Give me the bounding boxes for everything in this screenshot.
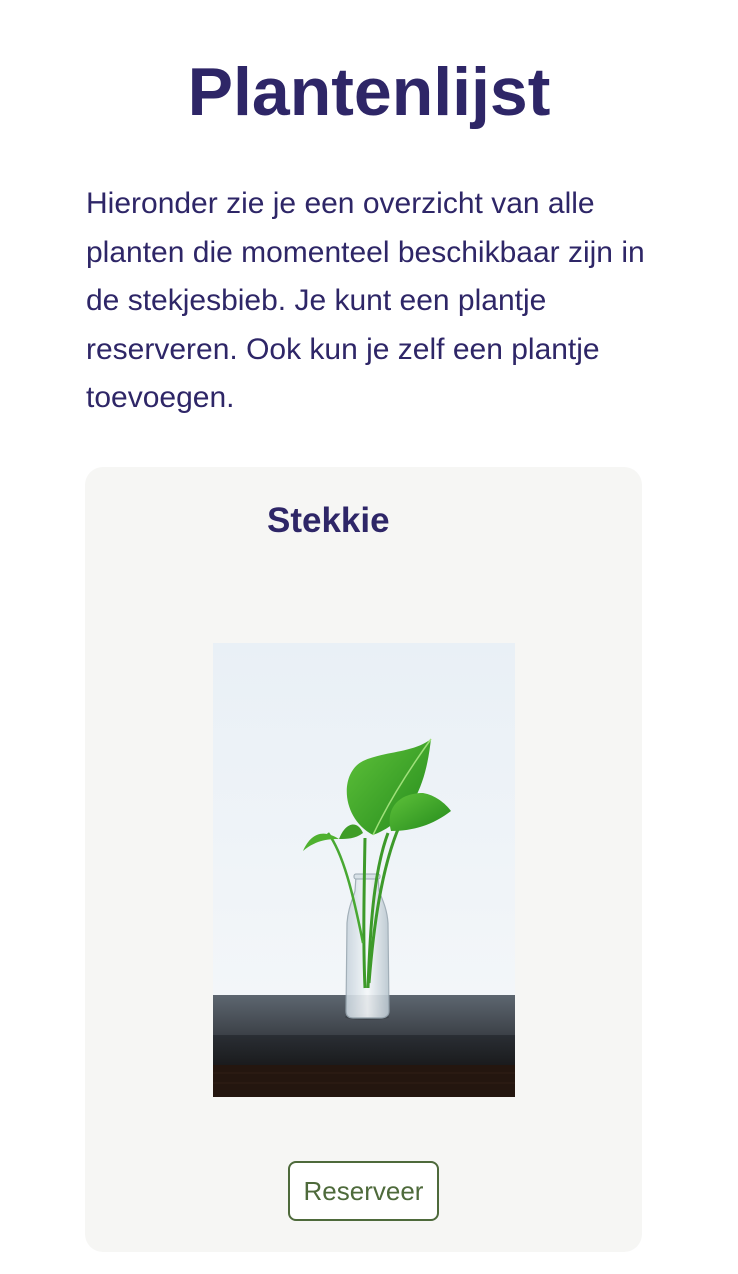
page-title: Plantenlijst [187, 54, 551, 130]
reserve-button[interactable]: Reserveer [288, 1161, 439, 1221]
intro-text: Hieronder zie je een overzicht van alle … [86, 187, 645, 414]
plant-name: Stekkie [267, 501, 390, 540]
plant-card: Stekkie Reserveer [85, 467, 642, 1252]
plant-photo [213, 643, 515, 1097]
